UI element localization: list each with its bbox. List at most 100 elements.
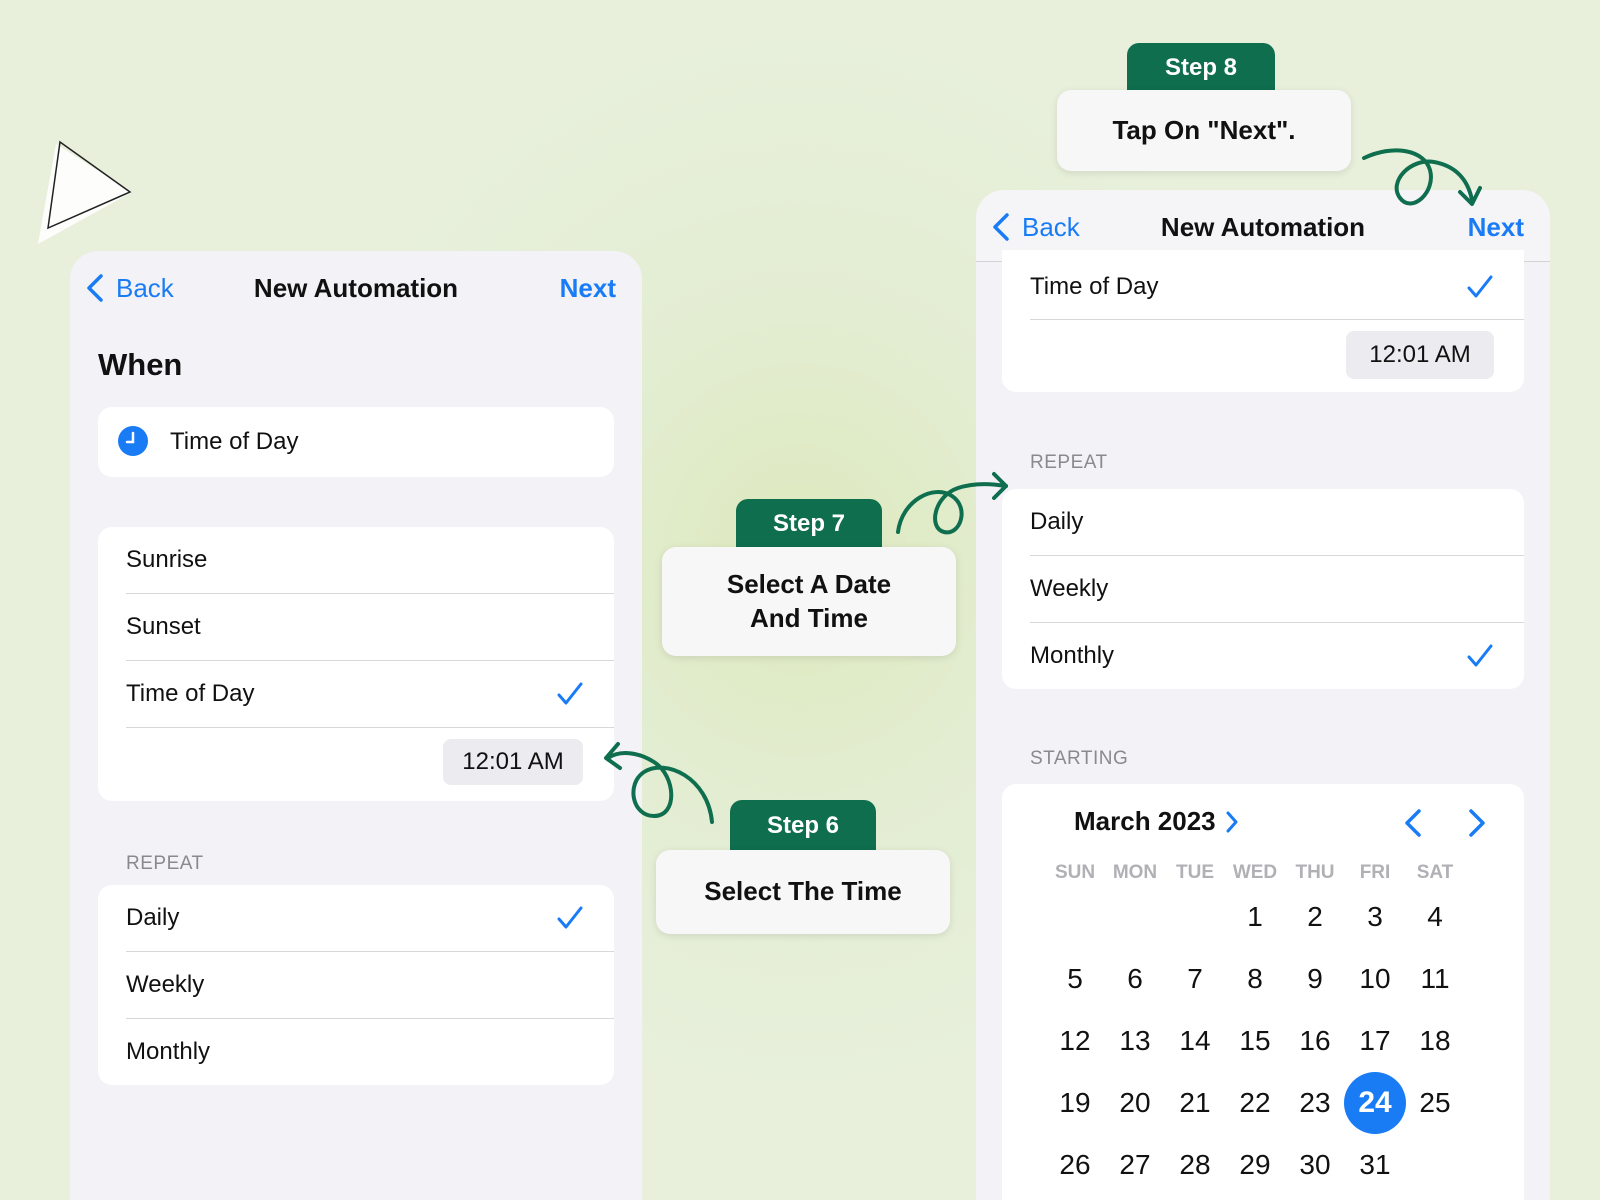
calendar-month-label: March 2023 xyxy=(1074,806,1216,836)
calendar-day[interactable]: 28 xyxy=(1164,1134,1226,1196)
repeat-label: Daily xyxy=(1030,508,1084,535)
repeat-card: Daily Weekly Monthly xyxy=(98,885,614,1085)
calendar-day[interactable]: 25 xyxy=(1404,1072,1466,1134)
repeat-row-monthly[interactable]: Monthly xyxy=(1002,623,1524,689)
nav-title: New Automation xyxy=(253,273,459,303)
play-triangle-icon xyxy=(38,140,132,244)
repeat-label: Monthly xyxy=(1030,642,1115,669)
clock-icon xyxy=(118,426,148,456)
next-button[interactable]: Next xyxy=(560,273,616,304)
weekday-label: WED xyxy=(1232,862,1278,883)
trigger-label: Time of Day xyxy=(170,428,299,455)
calendar-day[interactable]: 13 xyxy=(1104,1010,1166,1072)
calendar-day[interactable]: 15 xyxy=(1224,1010,1286,1072)
repeat-row-monthly[interactable]: Monthly xyxy=(98,1019,614,1085)
option-label: Sunrise xyxy=(126,546,208,573)
step-6-text: Select The Time xyxy=(656,850,950,934)
repeat-section-label: REPEAT xyxy=(126,853,204,874)
time-picker[interactable]: 12:01 AM xyxy=(1346,331,1494,379)
chevron-right-icon xyxy=(1469,809,1485,837)
calendar-day[interactable]: 4 xyxy=(1404,886,1466,948)
calendar-day[interactable]: 30 xyxy=(1284,1134,1346,1196)
next-month-button[interactable] xyxy=(1466,808,1488,838)
trigger-label: Time of Day xyxy=(1030,273,1159,300)
trigger-card: Time of Day 12:01 AM xyxy=(1002,250,1524,392)
calendar-day[interactable]: 16 xyxy=(1284,1010,1346,1072)
calendar-day[interactable]: 31 xyxy=(1344,1134,1406,1196)
option-label: Time of Day xyxy=(126,680,255,707)
calendar-day[interactable]: 21 xyxy=(1164,1072,1226,1134)
calendar-day[interactable]: 1 xyxy=(1224,886,1286,948)
calendar-day[interactable]: 18 xyxy=(1404,1010,1466,1072)
option-label: Sunset xyxy=(126,613,201,640)
repeat-row-daily[interactable]: Daily xyxy=(1002,489,1524,555)
calendar-day[interactable]: 27 xyxy=(1104,1134,1166,1196)
calendar-day[interactable]: 19 xyxy=(1044,1072,1106,1134)
step-8-text: Tap On "Next". xyxy=(1057,90,1351,171)
calendar-day[interactable]: 3 xyxy=(1344,886,1406,948)
time-picker[interactable]: 12:01 AM xyxy=(443,739,583,785)
step-8-callout: Step 8 Tap On "Next". xyxy=(1057,43,1351,171)
chevron-right-icon xyxy=(1226,811,1238,832)
calendar-day[interactable]: 29 xyxy=(1224,1134,1286,1196)
chevron-left-icon xyxy=(1405,809,1421,837)
starting-section-label: STARTING xyxy=(1030,748,1129,769)
calendar-day[interactable]: 23 xyxy=(1284,1072,1346,1134)
calendar-day[interactable]: 20 xyxy=(1104,1072,1166,1134)
repeat-label: Daily xyxy=(126,904,180,931)
repeat-label: Weekly xyxy=(1030,575,1109,602)
calendar-day[interactable]: 11 xyxy=(1404,948,1466,1010)
checkmark-icon xyxy=(1466,642,1494,670)
calendar-day[interactable]: 12 xyxy=(1044,1010,1106,1072)
calendar-day[interactable]: 8 xyxy=(1224,948,1286,1010)
calendar-day[interactable]: 10 xyxy=(1344,948,1406,1010)
calendar: March 2023 SUN MON TUE WED THU FRI SAT 1234567… xyxy=(1002,784,1524,1200)
option-row-sunset[interactable]: Sunset xyxy=(98,594,614,660)
calendar-month-button[interactable]: March 2023 xyxy=(1074,806,1238,837)
repeat-row-weekly[interactable]: Weekly xyxy=(98,952,614,1018)
next-button[interactable]: Next xyxy=(1468,212,1524,243)
checkmark-icon xyxy=(556,904,584,932)
repeat-label: Weekly xyxy=(126,971,205,998)
option-row-time-of-day[interactable]: Time of Day xyxy=(98,661,614,727)
row-divider xyxy=(126,727,614,728)
calendar-day[interactable]: 17 xyxy=(1344,1010,1406,1072)
trigger-card[interactable]: Time of Day xyxy=(98,407,614,477)
when-heading: When xyxy=(98,347,183,382)
calendar-day-selected[interactable]: 24 xyxy=(1344,1072,1406,1134)
weekday-label: SAT xyxy=(1416,862,1454,883)
calendar-day[interactable]: 5 xyxy=(1044,948,1106,1010)
option-row-sunrise[interactable]: Sunrise xyxy=(98,527,614,593)
checkmark-icon xyxy=(556,680,584,708)
calendar-day[interactable]: 7 xyxy=(1164,948,1226,1010)
step-7-text: Select A Date And Time xyxy=(662,547,956,656)
repeat-row-weekly[interactable]: Weekly xyxy=(1002,556,1524,622)
calendar-day[interactable]: 14 xyxy=(1164,1010,1226,1072)
calendar-day[interactable]: 9 xyxy=(1284,948,1346,1010)
previous-month-button[interactable] xyxy=(1402,808,1424,838)
trigger-row-time-of-day[interactable]: Time of Day xyxy=(1002,254,1524,320)
calendar-day[interactable]: 26 xyxy=(1044,1134,1106,1196)
loop-arrow-icon xyxy=(604,742,714,824)
row-divider xyxy=(1030,319,1524,320)
checkmark-icon xyxy=(1466,273,1494,301)
nav-title: New Automation xyxy=(1160,212,1366,242)
weekday-label: THU xyxy=(1295,862,1335,883)
calendar-day[interactable]: 22 xyxy=(1224,1072,1286,1134)
right-screen: Back New Automation Next Time of Day 12:… xyxy=(976,190,1550,1200)
nav-bar: Back New Automation Next xyxy=(70,251,642,323)
repeat-row-daily[interactable]: Daily xyxy=(98,885,614,951)
weekday-label: FRI xyxy=(1359,862,1391,883)
weekday-label: SUN xyxy=(1054,862,1096,883)
step-6-tab: Step 6 xyxy=(730,800,876,852)
weekday-label: TUE xyxy=(1176,862,1214,883)
calendar-day[interactable]: 2 xyxy=(1284,886,1346,948)
loop-arrow-icon xyxy=(1362,148,1482,206)
loop-arrow-icon xyxy=(896,472,1008,535)
left-screen: Back New Automation Next When Time of Da… xyxy=(70,251,642,1200)
trigger-options-card: Sunrise Sunset Time of Day 12:01 AM xyxy=(98,527,614,801)
repeat-label: Monthly xyxy=(126,1038,211,1065)
calendar-day[interactable]: 6 xyxy=(1104,948,1166,1010)
step-7-tab: Step 7 xyxy=(736,499,882,549)
repeat-section-label: REPEAT xyxy=(1030,452,1108,473)
